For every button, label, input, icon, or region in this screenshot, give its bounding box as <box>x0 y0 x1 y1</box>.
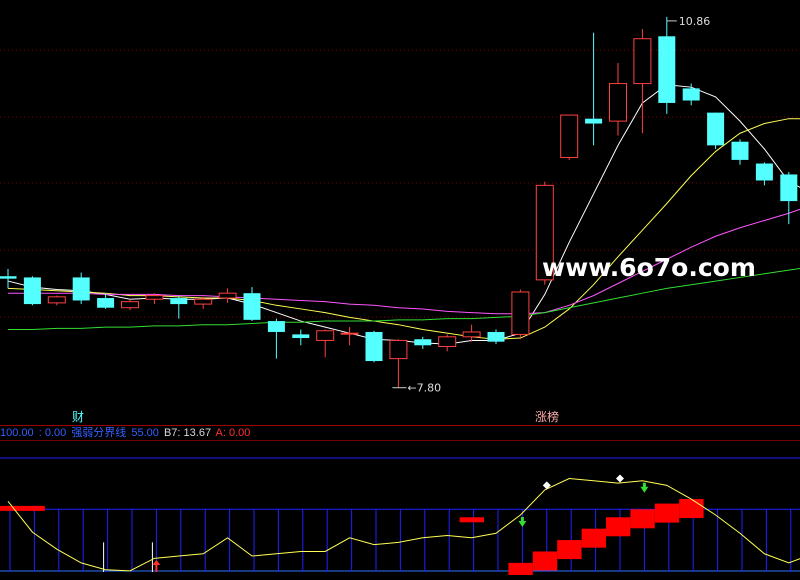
candle-body <box>47 296 66 304</box>
chart-canvas: www.6o7o.com 财 涨榜 10.86 ←7.80 <box>0 15 800 577</box>
candle-body <box>731 141 749 160</box>
indicator-name: 强弱分界线 <box>71 427 127 439</box>
candle-body <box>145 295 164 300</box>
candle-body <box>97 298 115 308</box>
strength-bar <box>508 562 533 577</box>
indicator-value: 100.00 <box>0 427 34 439</box>
signal-diamond <box>616 474 624 483</box>
candle-body <box>292 334 310 339</box>
candle-body <box>511 291 530 335</box>
sell-arrow <box>518 517 527 527</box>
low-price-label: ←7.80 <box>407 382 441 395</box>
indicator-value: : 0.00 <box>38 427 67 439</box>
strength-bar <box>630 509 655 529</box>
candle-body <box>218 292 237 299</box>
grid-layer <box>0 49 800 441</box>
strength-bar <box>679 499 704 519</box>
limit-up-badge: 涨榜 <box>535 409 559 424</box>
strength-bar <box>459 517 484 523</box>
candle-body <box>609 83 627 122</box>
candle-body <box>780 174 798 202</box>
candle-body <box>682 88 700 101</box>
candle-body <box>170 298 188 305</box>
indicator-value: 55.00 <box>131 427 159 439</box>
indicator-a: A: 0.00 <box>215 427 251 439</box>
candle-body <box>389 339 408 360</box>
candle-body <box>121 301 139 309</box>
candle-body <box>462 331 481 338</box>
candle-body <box>414 339 432 346</box>
candle-body <box>365 331 383 362</box>
strength-bar <box>581 528 606 548</box>
strength-bar <box>654 503 680 523</box>
candle-body <box>0 276 17 279</box>
strength-bar <box>557 540 582 560</box>
candle-body <box>438 336 457 348</box>
strength-bar <box>606 517 631 537</box>
candle-body <box>243 293 261 320</box>
strength-bar <box>0 505 21 511</box>
indicator-header: 100.00 : 0.00 强弱分界线 55.00 B7: 13.67 A: 0… <box>0 426 252 440</box>
watermark: www.6o7o.com <box>542 253 756 282</box>
candle-body <box>487 331 505 342</box>
stock-chart: www.6o7o.com 财 涨榜 10.86 ←7.80 100.00 : 0.… <box>0 0 800 577</box>
strength-bar <box>532 551 558 571</box>
candle-body <box>267 321 285 332</box>
candle-body <box>633 38 652 85</box>
candle-layer <box>0 16 798 388</box>
indicator-b7: B7: 13.67 <box>163 427 212 439</box>
candle-body <box>72 277 90 301</box>
candle-body <box>194 298 213 305</box>
strength-line <box>7 478 800 572</box>
sell-arrow <box>640 482 649 493</box>
finance-badge: 财 <box>72 410 84 424</box>
candle-body <box>707 112 725 146</box>
candle-body <box>585 118 603 124</box>
candle-body <box>23 277 41 305</box>
candle-body <box>316 330 335 341</box>
high-price-label: 10.86 <box>679 15 711 28</box>
candle-body <box>340 332 359 335</box>
label-layer: www.6o7o.com 财 涨榜 10.86 ←7.80 <box>72 15 756 424</box>
candle-body <box>755 163 773 181</box>
candle-body <box>658 36 676 103</box>
strength-bar <box>20 505 45 511</box>
candle-body <box>560 114 579 158</box>
indicator-layer <box>0 457 800 577</box>
buy-arrow <box>152 560 161 572</box>
